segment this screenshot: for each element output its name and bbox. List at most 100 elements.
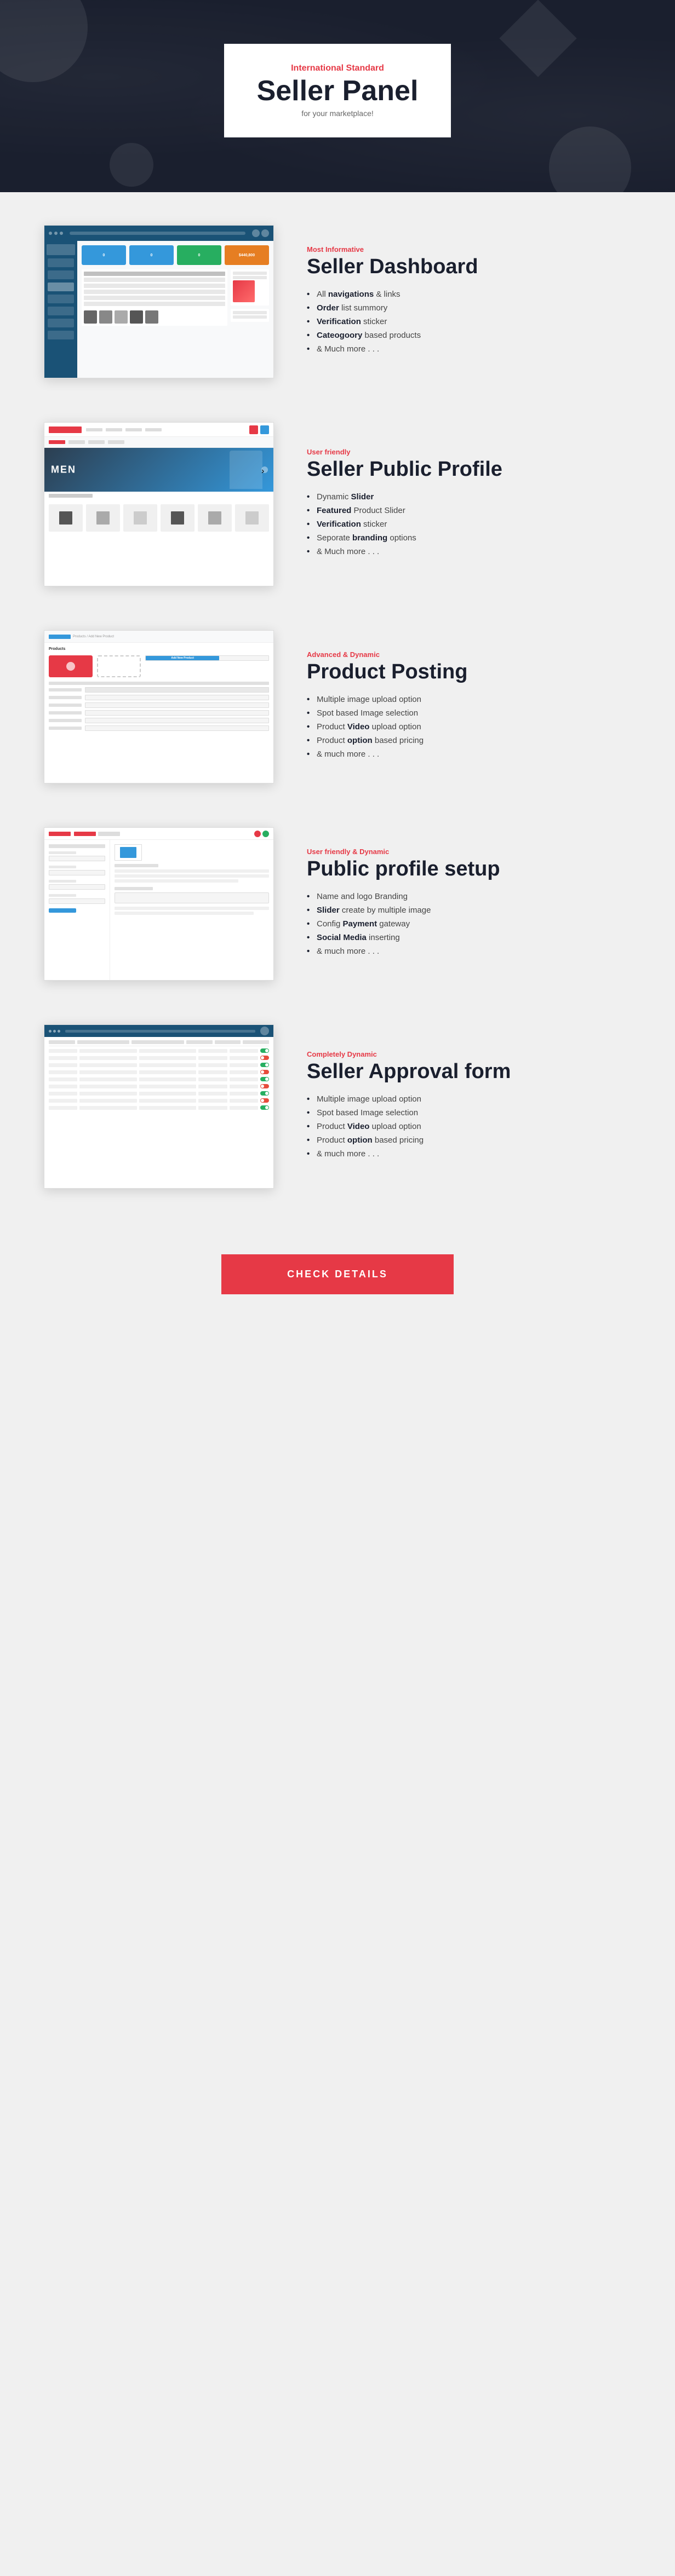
- field-label-2: [49, 866, 76, 868]
- mini-img: [233, 280, 255, 302]
- posting-bold-3: Video: [347, 722, 370, 731]
- field-input-4[interactable]: [49, 898, 105, 904]
- product-row-3: [49, 710, 269, 716]
- td-addr-1: [139, 1049, 197, 1053]
- stat-3: 0: [177, 245, 221, 265]
- table-row-2: [84, 284, 225, 288]
- mock-nav-7: [48, 331, 74, 339]
- toggle-1[interactable]: [260, 1048, 269, 1053]
- posting-title: Products: [49, 647, 269, 651]
- approval-feature-5: & much more . . .: [307, 1149, 631, 1159]
- sub-nav: [44, 437, 273, 448]
- stat-1: 0: [82, 245, 126, 265]
- prod-img-3: [115, 310, 128, 324]
- profile-text: User friendly Seller Public Profile Dyna…: [307, 448, 631, 561]
- field-input-2[interactable]: [49, 870, 105, 875]
- field-input-1[interactable]: [49, 856, 105, 861]
- setup-icon-2: [262, 831, 269, 837]
- mock-body: 0 0 0 $440,800: [44, 241, 273, 378]
- hero-section: International Standard Seller Panel for …: [0, 0, 675, 192]
- nav-1: [86, 428, 102, 431]
- product-1: [49, 504, 83, 532]
- approval-header: [44, 1025, 273, 1037]
- setup-line-2: [115, 874, 269, 878]
- td-addr-3: [139, 1063, 197, 1067]
- toggle-5[interactable]: [260, 1077, 269, 1081]
- toggle-9[interactable]: [260, 1105, 269, 1110]
- td-email-5: [79, 1077, 137, 1081]
- feature-item-5: & Much more . . .: [307, 344, 631, 354]
- toggle-3[interactable]: [260, 1063, 269, 1067]
- profile-feature-4: Seporate branding options: [307, 533, 631, 543]
- approval-dot-1: [49, 1030, 52, 1033]
- upload-empty: [97, 655, 141, 677]
- td-prod-5: [230, 1077, 258, 1081]
- td-addr-4: [139, 1070, 197, 1074]
- td-name-9: [49, 1106, 77, 1110]
- setup-line-3: [115, 879, 238, 883]
- setup-bold-2: Slider: [317, 906, 340, 915]
- logo-inner: [120, 847, 136, 858]
- td-name-3: [49, 1063, 77, 1067]
- approval-label: Completely Dynamic: [307, 1050, 631, 1058]
- mini-line-3: [233, 311, 267, 314]
- approval-thead: [49, 1040, 269, 1046]
- nav-3: [125, 428, 142, 431]
- mock-icon-2: [261, 229, 269, 237]
- td-date-3: [198, 1063, 227, 1067]
- banner-arrow[interactable]: ›: [261, 466, 268, 473]
- mock-address-bar: [70, 232, 245, 235]
- feature-bold-3: Verification: [317, 317, 361, 326]
- product-row-5: [49, 725, 269, 731]
- check-details-button[interactable]: CHECK DETAILS: [221, 1254, 454, 1294]
- hero-subtitle: International Standard: [257, 64, 419, 73]
- setup-feature-4: Social Media inserting: [307, 933, 631, 942]
- setup-body: [44, 840, 273, 980]
- content-area: 0 0 0 $440,800: [0, 192, 675, 1371]
- tab-shop-settings[interactable]: [74, 832, 96, 836]
- posting-title-text: Product Posting: [307, 661, 631, 684]
- upload-button[interactable]: [49, 655, 93, 677]
- sub-nav-active: [49, 440, 65, 444]
- feature-bold-1: navigations: [328, 290, 374, 299]
- tab-other[interactable]: [98, 832, 120, 836]
- profile-feature-2: Featured Product Slider: [307, 506, 631, 515]
- field-label-4: [49, 894, 76, 897]
- setup-line-5: [115, 912, 254, 915]
- td-email-3: [79, 1063, 137, 1067]
- approval-feature-3: Product Video upload option: [307, 1122, 631, 1131]
- td-date-4: [198, 1070, 227, 1074]
- product-row-1: [49, 695, 269, 700]
- setup-text: User friendly & Dynamic Public profile s…: [307, 848, 631, 960]
- approval-bold-3: Video: [347, 1122, 370, 1131]
- approval-bold-4: option: [347, 1136, 373, 1145]
- th-name: [49, 1040, 75, 1044]
- toggle-8[interactable]: [260, 1098, 269, 1103]
- table-header-row: [49, 687, 269, 693]
- dashboard-screenshot: 0 0 0 $440,800: [44, 225, 274, 378]
- stat-2: 0: [129, 245, 174, 265]
- setup-screenshot: [44, 827, 274, 981]
- setup-feature-3: Config Payment gateway: [307, 919, 631, 929]
- td-prod-6: [230, 1085, 258, 1088]
- field-input-3[interactable]: [49, 884, 105, 890]
- toggle-2[interactable]: [260, 1056, 269, 1060]
- toggle-7[interactable]: [260, 1091, 269, 1096]
- header-icon-1: [249, 425, 258, 434]
- setup-label-1: [115, 864, 158, 867]
- posting-label: Advanced & Dynamic: [307, 650, 631, 659]
- posting-body: Products Add New Product: [44, 643, 273, 737]
- save-btn[interactable]: [49, 908, 76, 913]
- td-email-8: [79, 1099, 137, 1103]
- toggle-4[interactable]: [260, 1070, 269, 1074]
- td-name-6: [49, 1085, 77, 1088]
- posting-text: Advanced & Dynamic Product Posting Multi…: [307, 650, 631, 763]
- setup-logo: [49, 832, 71, 836]
- product-img-1: [59, 511, 72, 525]
- upload-icon: [66, 662, 75, 671]
- toggle-6[interactable]: [260, 1084, 269, 1088]
- td-date-2: [198, 1056, 227, 1060]
- td-addr-5: [139, 1077, 197, 1081]
- dashboard-title: Seller Dashboard: [307, 256, 631, 279]
- posting-screenshot: Products / Add New Product Products Add …: [44, 630, 274, 783]
